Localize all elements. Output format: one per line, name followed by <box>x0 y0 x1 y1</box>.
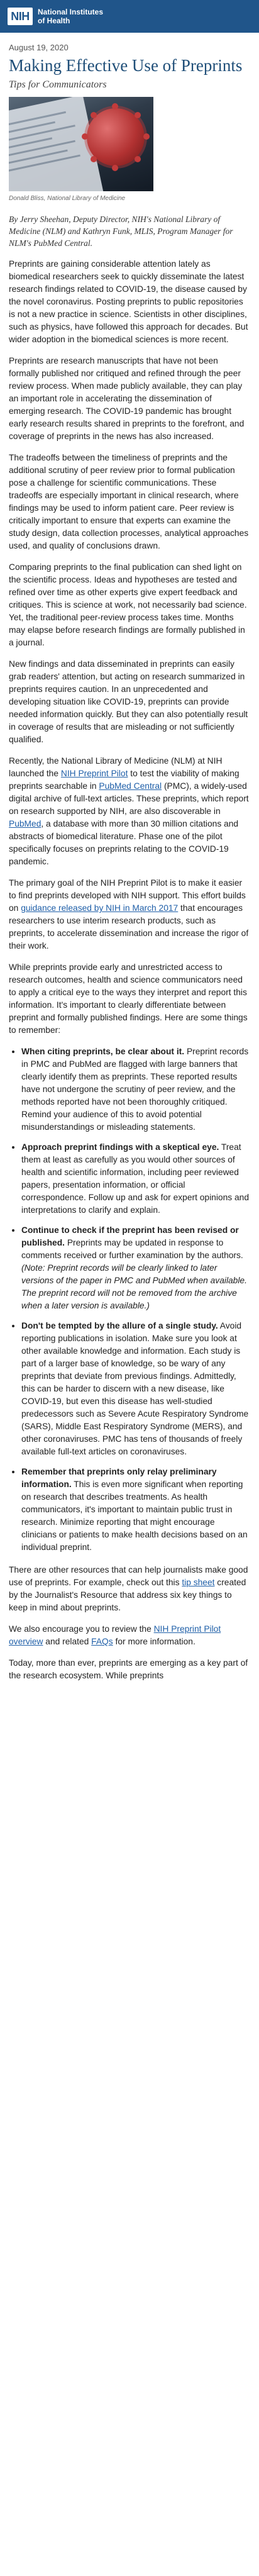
coronavirus-icon <box>82 103 150 171</box>
paragraph-9: There are other resources that can help … <box>9 1565 248 1612</box>
nih-logo[interactable]: NIH <box>8 8 33 25</box>
site-header: NIH National Institutes of Health <box>0 0 259 33</box>
paragraph-7: The primary goal of the NIH Preprint Pil… <box>9 878 249 951</box>
paragraph-2: Preprints are research manuscripts that … <box>9 356 245 441</box>
paragraph-3: The tradeoffs between the timeliness of … <box>9 453 249 550</box>
list-item: Don't be tempted by the allure of a sing… <box>21 1320 250 1458</box>
paragraph-6: Recently, the National Library of Medici… <box>9 756 249 866</box>
pubmed-central-link[interactable]: PubMed Central <box>99 781 162 791</box>
tips-list: When citing preprints, be clear about it… <box>21 1045 250 1554</box>
faqs-link[interactable]: FAQs <box>91 1637 113 1646</box>
paragraph-1: Preprints are gaining considerable atten… <box>9 259 248 344</box>
nih-guidance-link[interactable]: guidance released by NIH in March 2017 <box>21 903 178 913</box>
tip-sheet-link[interactable]: tip sheet <box>182 1578 214 1587</box>
pubmed-link[interactable]: PubMed <box>9 819 41 828</box>
article: August 19, 2020 Making Effective Use of … <box>0 33 259 1710</box>
paragraph-5: New findings and data disseminated in pr… <box>9 659 248 744</box>
paragraph-4: Comparing preprints to the final publica… <box>9 562 247 647</box>
image-caption: Donald Bliss, National Library of Medici… <box>9 195 126 202</box>
paragraph-8: While preprints provide early and unrest… <box>9 962 248 1035</box>
list-item: Remember that preprints only relay preli… <box>21 1466 250 1554</box>
logo-line-1: National Institutes <box>38 8 104 16</box>
article-title: Making Effective Use of Preprints <box>9 56 243 75</box>
nih-logo-text[interactable]: National Institutes of Health <box>38 8 103 25</box>
author-byline: By Jerry Sheehan, Deputy Director, NIH's… <box>9 215 233 248</box>
paragraph-10: We also encourage you to review the NIH … <box>9 1624 221 1646</box>
paragraph-11: Today, more than ever, preprints are eme… <box>9 1658 248 1680</box>
list-item: Approach preprint findings with a skepti… <box>21 1141 250 1217</box>
nih-preprint-pilot-link[interactable]: NIH Preprint Pilot <box>61 769 128 778</box>
hero-illustration <box>9 97 153 191</box>
article-subtitle: Tips for Communicators <box>9 79 107 90</box>
logo-line-2: of Health <box>38 16 70 25</box>
article-date: August 19, 2020 <box>9 43 69 52</box>
list-item: When citing preprints, be clear about it… <box>21 1045 250 1134</box>
list-item: Continue to check if the preprint has be… <box>21 1224 250 1312</box>
